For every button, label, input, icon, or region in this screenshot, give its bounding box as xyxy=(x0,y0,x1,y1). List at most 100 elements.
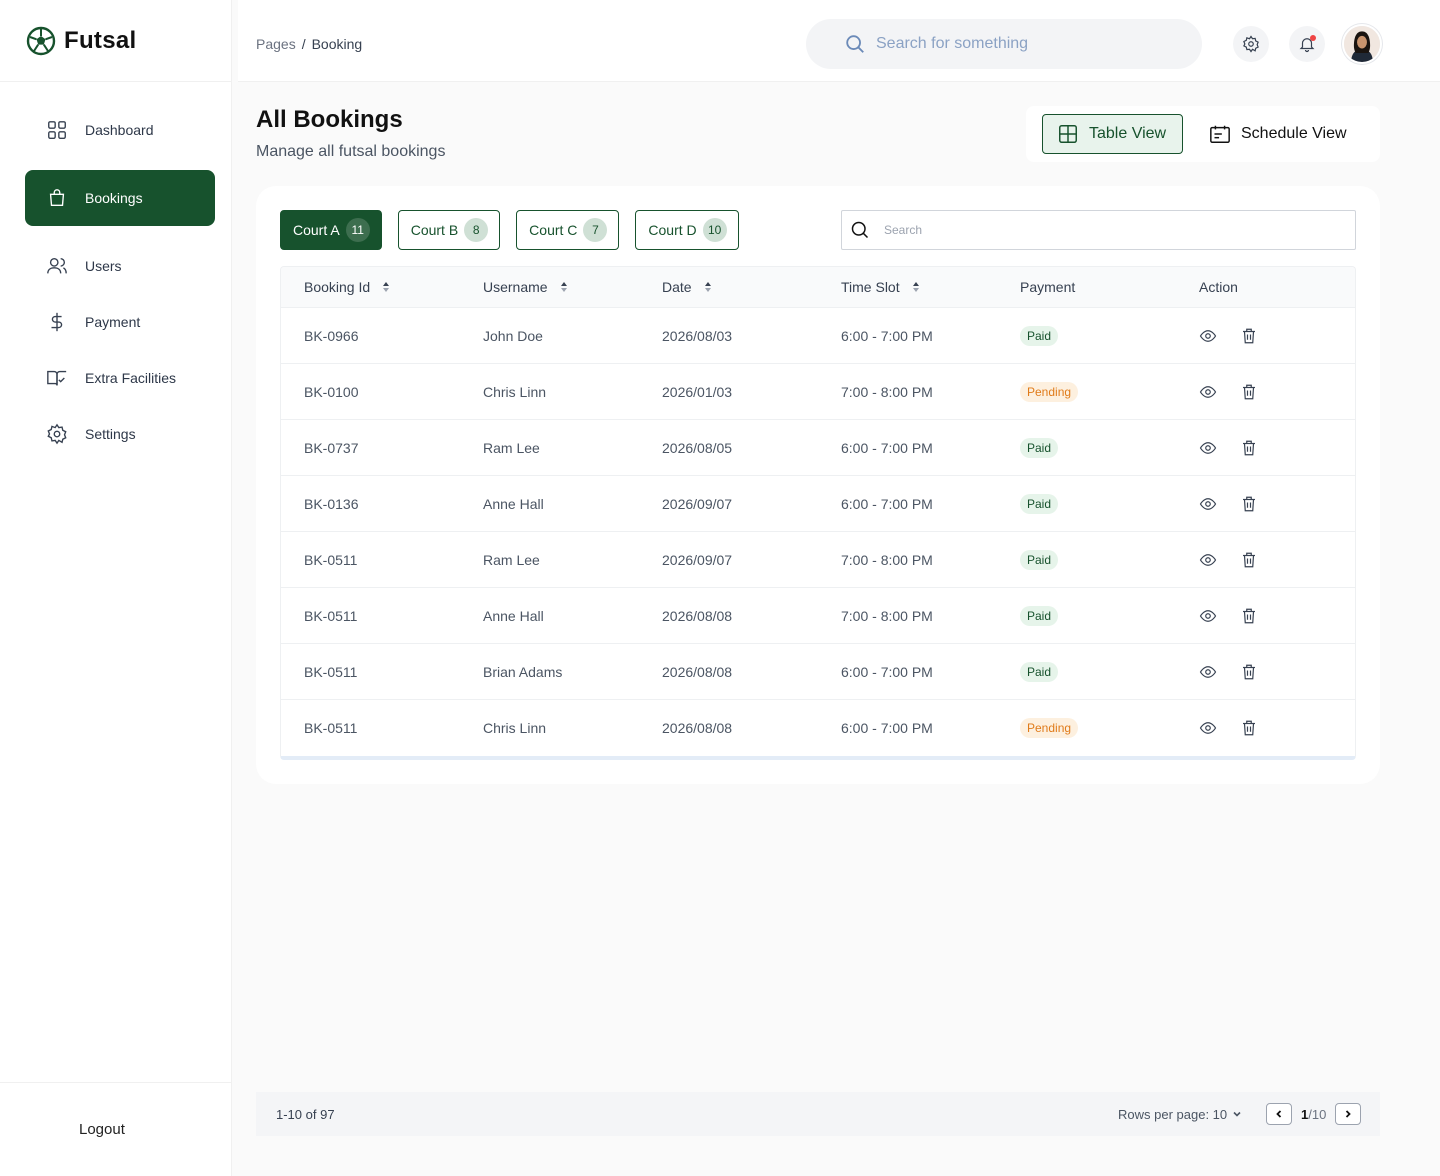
sidebar-item-payment[interactable]: Payment xyxy=(25,298,215,346)
sidebar-item-extra-facilities[interactable]: Extra Facilities xyxy=(25,354,215,402)
breadcrumb-root[interactable]: Pages xyxy=(256,36,296,52)
sidebar-item-label: Bookings xyxy=(85,190,143,206)
payment-cell: Pending xyxy=(997,718,1176,738)
trash-icon[interactable] xyxy=(1240,719,1258,737)
sidebar-nav: Dashboard Bookings Users Payment Extra F… xyxy=(0,82,231,458)
booking-id-cell: BK-0737 xyxy=(304,439,359,456)
status-badge: Paid xyxy=(1020,493,1059,514)
table-view-label: Table View xyxy=(1089,125,1167,142)
court-count-badge: 8 xyxy=(464,218,489,242)
time-slot-cell: 6:00 - 7:00 PM xyxy=(841,663,933,680)
trash-icon[interactable] xyxy=(1240,551,1258,569)
court-label: Court A xyxy=(293,222,340,238)
sidebar-item-users[interactable]: Users xyxy=(25,242,215,290)
table-row: BK-0737 Ram Lee 2026/08/05 6:00 - 7:00 PM Pa… xyxy=(281,420,1355,476)
status-badge: Pending xyxy=(1020,381,1079,402)
prev-page-button[interactable] xyxy=(1266,1103,1292,1125)
sidebar-item-bookings[interactable]: Bookings xyxy=(25,170,215,226)
table-search-input[interactable]: Search xyxy=(841,210,1356,250)
column-header-date[interactable]: Date xyxy=(639,279,818,295)
search-placeholder: Search for something xyxy=(876,35,1029,52)
time-slot-cell: 6:00 - 7:00 PM xyxy=(841,495,933,512)
trash-icon[interactable] xyxy=(1240,607,1258,625)
column-header-username[interactable]: Username xyxy=(460,279,639,295)
column-header-action: Action xyxy=(1176,279,1355,295)
action-cell xyxy=(1176,495,1355,513)
table-grid-icon xyxy=(1059,125,1077,143)
booking-id-cell: BK-0966 xyxy=(304,327,359,344)
column-header-time-slot[interactable]: Time Slot xyxy=(818,279,997,295)
court-count-badge: 11 xyxy=(345,218,370,242)
trash-icon[interactable] xyxy=(1240,439,1258,457)
logout-button[interactable]: Logout xyxy=(0,1082,232,1176)
table-header: Booking Id Username Date Time Slot Payme… xyxy=(281,267,1355,308)
settings-button[interactable] xyxy=(1233,26,1269,62)
column-header-booking-id[interactable]: Booking Id xyxy=(281,279,460,295)
status-badge: Paid xyxy=(1020,661,1059,682)
eye-icon[interactable] xyxy=(1199,383,1217,401)
court-filter-tabs: Court A 11 Court B 8 Court C 7 Court D 1… xyxy=(280,210,755,250)
booking-id-cell: BK-0511 xyxy=(304,663,358,680)
users-icon xyxy=(45,254,69,278)
sort-icon[interactable] xyxy=(382,282,390,294)
dashboard-icon xyxy=(45,118,69,142)
tab-court-c[interactable]: Court C 7 xyxy=(516,210,620,250)
column-label: Booking Id xyxy=(304,279,371,295)
breadcrumb-separator: / xyxy=(301,36,306,52)
table-row: BK-0511 Ram Lee 2026/09/07 7:00 - 8:00 PM Pa… xyxy=(281,532,1355,588)
rows-per-page-label: Rows per page: 10 xyxy=(1118,1106,1228,1122)
bag-icon xyxy=(45,186,69,210)
booking-id-cell: BK-0511 xyxy=(304,551,358,568)
book-check-icon xyxy=(45,366,69,390)
bookings-card: Court A 11 Court B 8 Court C 7 Court D 1… xyxy=(256,186,1380,784)
table-row: BK-0100 Chris Linn 2026/01/03 7:00 - 8:00 P… xyxy=(281,364,1355,420)
notifications-button[interactable] xyxy=(1289,26,1325,62)
eye-icon[interactable] xyxy=(1199,663,1217,681)
avatar[interactable] xyxy=(1342,24,1382,64)
column-label: Time Slot xyxy=(841,279,900,295)
eye-icon[interactable] xyxy=(1199,327,1217,345)
booking-id-cell: BK-0511 xyxy=(304,607,358,624)
action-cell xyxy=(1176,439,1355,457)
username-cell: Anne Hall xyxy=(483,495,544,512)
sort-icon[interactable] xyxy=(912,282,920,294)
chevron-down-icon xyxy=(1233,1111,1241,1117)
next-page-button[interactable] xyxy=(1335,1103,1361,1125)
eye-icon[interactable] xyxy=(1199,719,1217,737)
rows-per-page-select[interactable]: Rows per page: 10 xyxy=(1118,1107,1242,1122)
sort-icon[interactable] xyxy=(560,282,568,294)
trash-icon[interactable] xyxy=(1240,383,1258,401)
table-view-button[interactable]: Table View xyxy=(1042,114,1183,154)
tab-court-d[interactable]: Court D 10 xyxy=(635,210,739,250)
breadcrumb-current: Booking xyxy=(311,36,363,52)
trash-icon[interactable] xyxy=(1240,663,1258,681)
sidebar-item-label: Users xyxy=(85,258,122,274)
calendar-icon xyxy=(1210,125,1230,143)
column-label: Date xyxy=(662,279,692,295)
payment-cell: Paid xyxy=(997,661,1176,682)
tab-court-b[interactable]: Court B 8 xyxy=(397,210,501,250)
trash-icon[interactable] xyxy=(1240,495,1258,513)
bookings-table: Booking Id Username Date Time Slot Payme… xyxy=(280,266,1356,760)
date-cell: 2026/01/03 xyxy=(662,383,733,400)
column-label: Username xyxy=(483,279,548,295)
date-cell: 2026/08/08 xyxy=(662,607,733,624)
username-cell: Anne Hall xyxy=(483,607,544,624)
global-search-input[interactable]: Search for something xyxy=(806,19,1202,69)
sidebar-item-dashboard[interactable]: Dashboard xyxy=(25,106,215,154)
trash-icon[interactable] xyxy=(1240,327,1258,345)
eye-icon[interactable] xyxy=(1199,439,1217,457)
soccer-ball-icon xyxy=(26,26,56,55)
eye-icon[interactable] xyxy=(1199,551,1217,569)
tab-court-a[interactable]: Court A 11 xyxy=(280,210,382,250)
eye-icon[interactable] xyxy=(1199,495,1217,513)
sidebar-item-settings[interactable]: Settings xyxy=(25,410,215,458)
status-badge: Paid xyxy=(1020,437,1059,458)
time-slot-cell: 6:00 - 7:00 PM xyxy=(841,439,933,456)
eye-icon[interactable] xyxy=(1199,607,1217,625)
sort-icon[interactable] xyxy=(704,282,712,294)
schedule-view-button[interactable]: Schedule View xyxy=(1209,114,1347,154)
logo[interactable]: Futsal xyxy=(0,0,231,82)
table-row: BK-0966 John Doe 2026/08/03 6:00 - 7:00 PM P… xyxy=(281,308,1355,364)
booking-id-cell: BK-0100 xyxy=(304,383,359,400)
